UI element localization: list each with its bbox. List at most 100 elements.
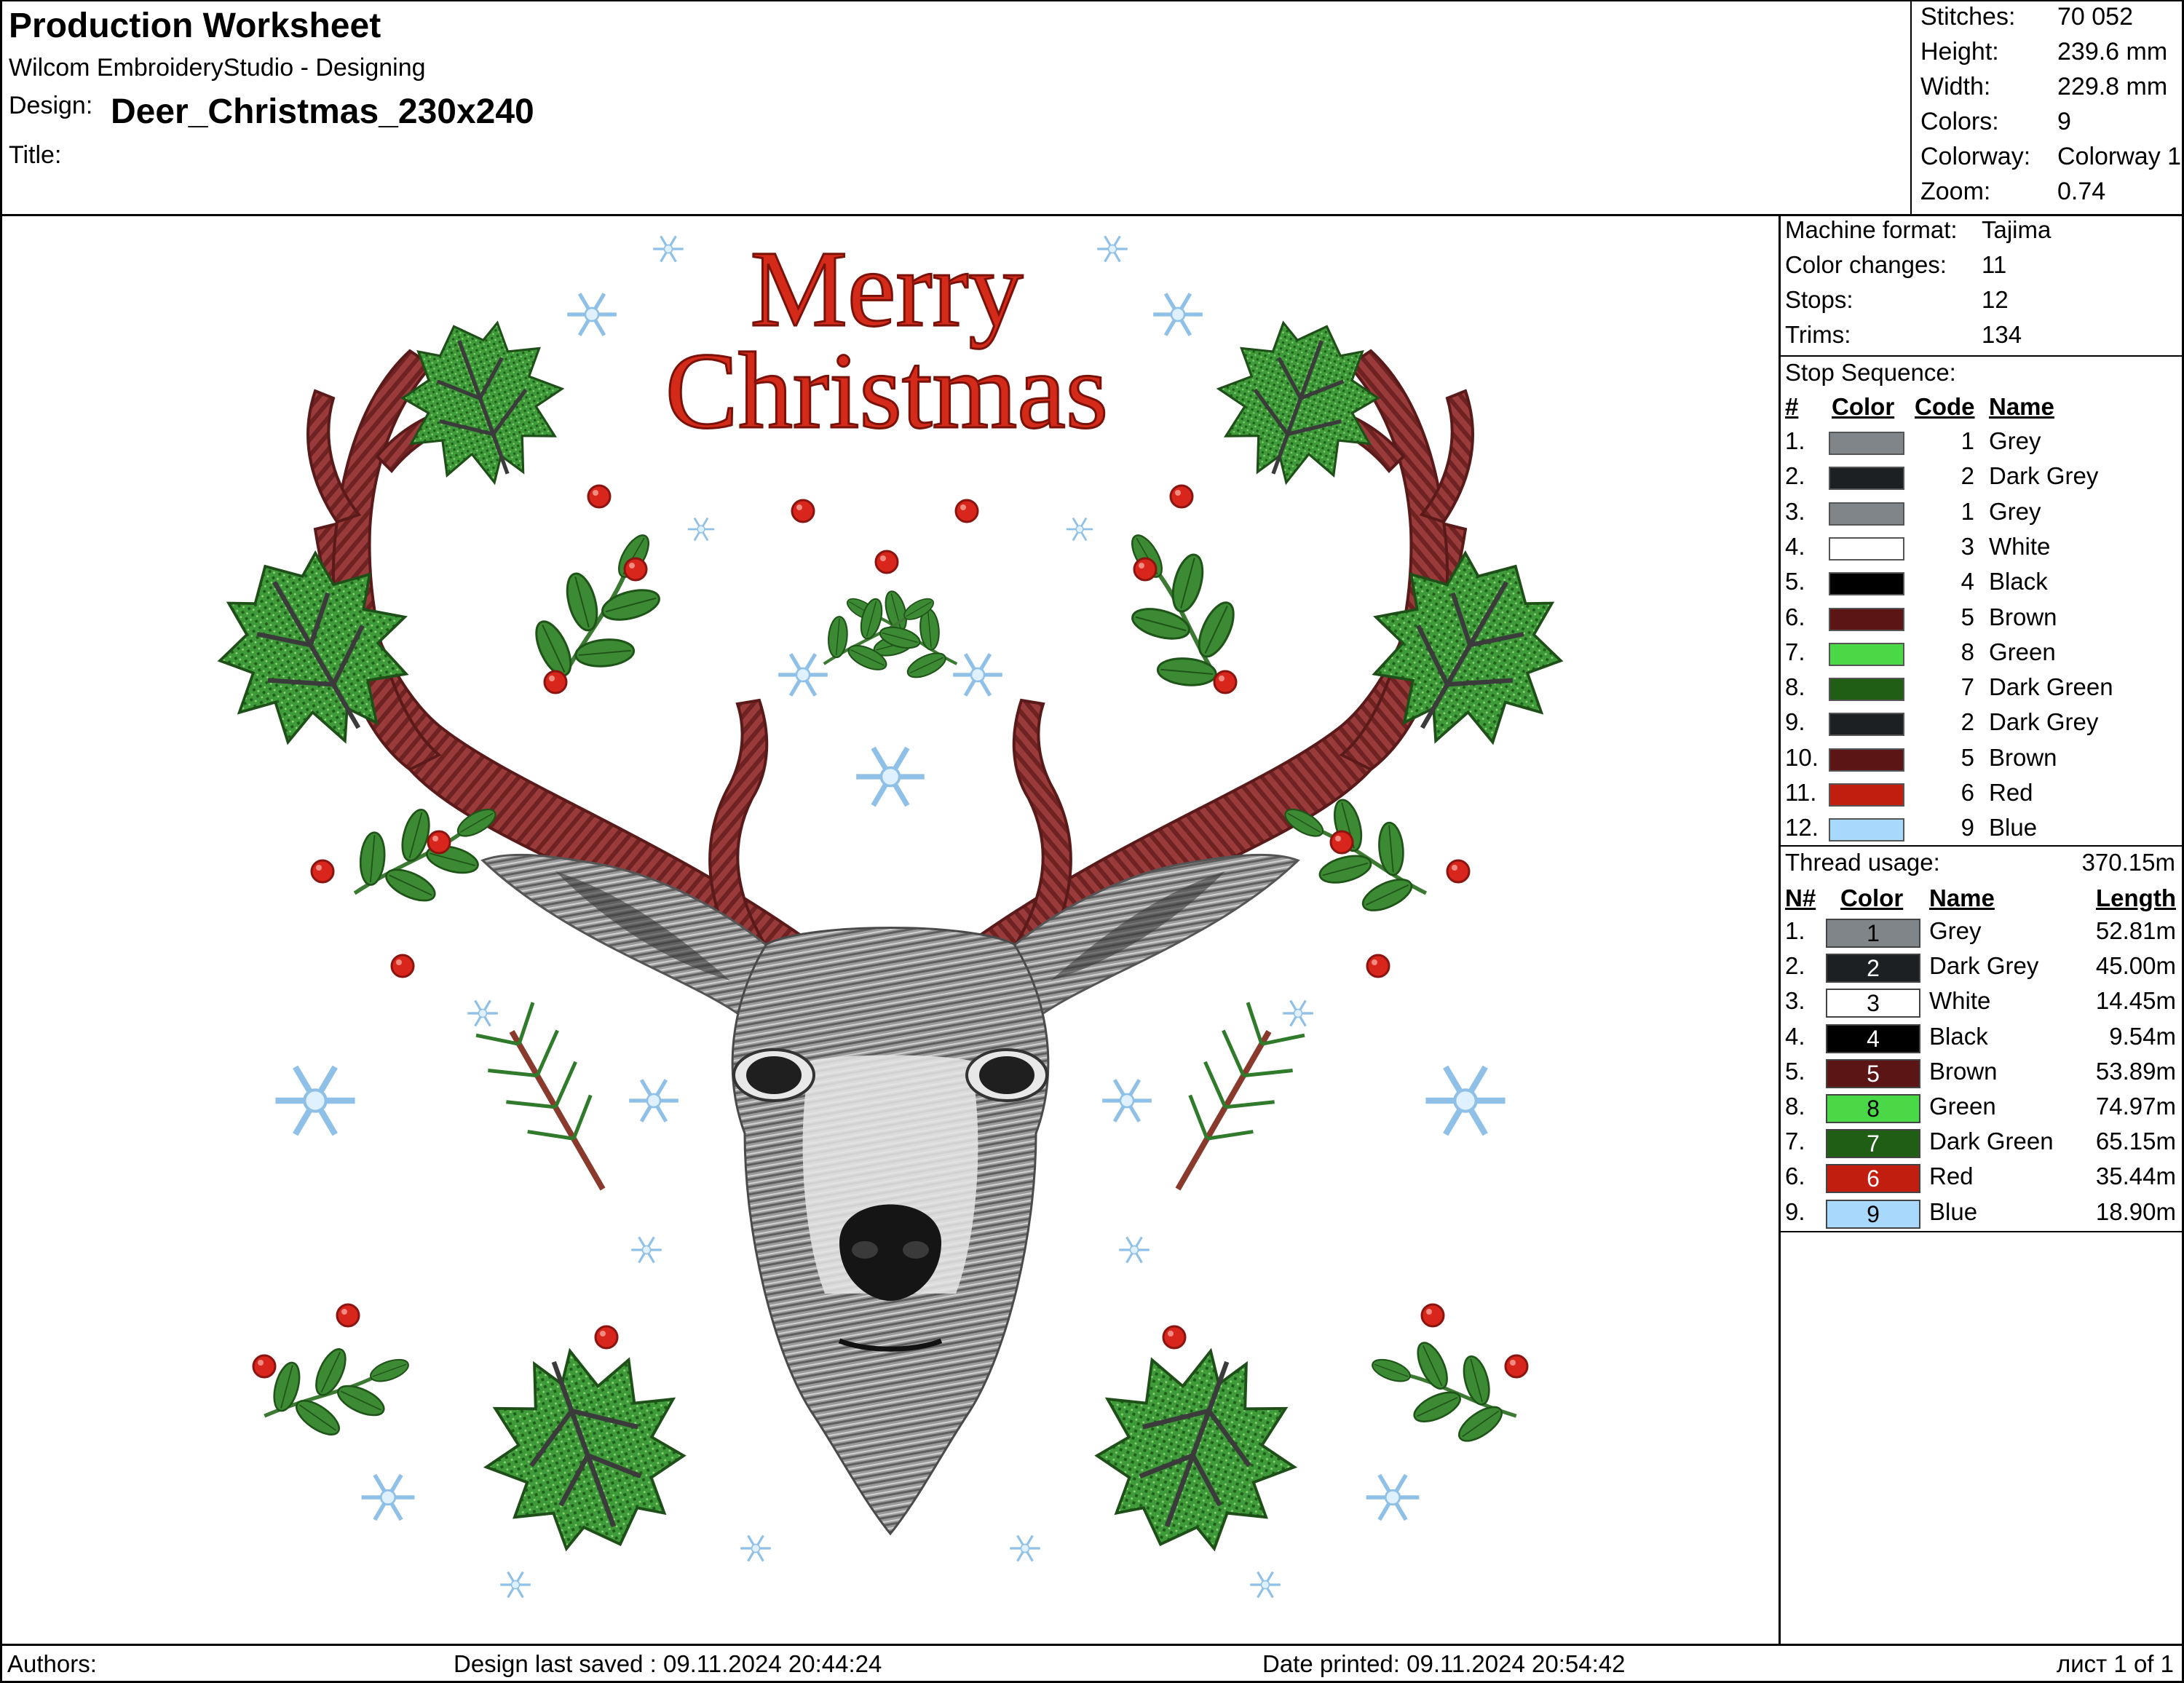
stat-label: Width: [1920, 73, 1991, 100]
pine-branch [470, 999, 637, 1209]
header-num: N# [1785, 884, 1816, 911]
thread-code: 9 [1961, 814, 1974, 842]
row-number: 7. [1785, 638, 1805, 665]
stat-label: Colorway: [1920, 143, 2031, 170]
thread-code: 2 [1961, 708, 1974, 736]
divider [1781, 1231, 2182, 1232]
worksheet-footer: Authors: Design last saved : 09.11.2024 … [0, 1646, 2184, 1681]
thread-name: Blue [1929, 1197, 1978, 1225]
thread-length: 74.97m [2095, 1093, 2176, 1120]
color-swatch: 1 [1826, 919, 1920, 948]
thread-name: Dark Green [1929, 1128, 2054, 1155]
thread-name: Red [1989, 779, 2033, 806]
pine-branch [1143, 999, 1310, 1209]
color-swatch [1829, 502, 1904, 526]
side-panel: Machine format: Tajima Color changes: 11 S… [1781, 216, 2182, 1644]
color-swatch [1829, 607, 1904, 631]
color-swatch: 5 [1826, 1058, 1920, 1088]
design-text-christmas: Christmas [665, 330, 1108, 451]
value: 11 [1982, 251, 2007, 278]
authors-label: Authors: [7, 1650, 97, 1677]
leaf-sprig [508, 509, 693, 719]
row-number: 2. [1785, 462, 1805, 490]
thread-length: 52.81m [2095, 917, 2176, 944]
stat-value: Colorway 1 [2057, 143, 2182, 170]
stat-label: Colors: [1920, 108, 1999, 135]
production-worksheet: Production Worksheet Wilcom EmbroiderySt… [0, 0, 2184, 1683]
label: Machine format: [1785, 216, 1958, 243]
row-number: 3. [1785, 987, 1805, 1015]
thread-name: Dark Grey [1989, 462, 2099, 490]
color-swatch: 9 [1826, 1199, 1920, 1229]
row-number: 7. [1785, 1128, 1805, 1155]
thread-code: 2 [1961, 462, 1974, 490]
header-color: Color [1840, 884, 1904, 911]
value: 12 [1982, 286, 2009, 313]
application-name: Wilcom EmbroideryStudio - Designing [9, 54, 426, 82]
row-number: 4. [1785, 1022, 1805, 1050]
leaf-sprig [1357, 1320, 1532, 1460]
thread-name: Grey [1989, 427, 2041, 454]
thread-code: 5 [1961, 743, 1974, 771]
label: Color changes: [1785, 251, 1947, 278]
title-label: Title: [9, 141, 62, 169]
value: Tajima [1982, 216, 2052, 243]
thread-code: 3 [1961, 532, 1974, 560]
thread-name: Brown [1929, 1057, 1998, 1085]
thread-name: Red [1929, 1163, 1974, 1190]
thread-code: 6 [1961, 779, 1974, 806]
holly-leaf [1067, 1323, 1322, 1578]
label: Stops: [1785, 286, 1853, 313]
thread-name: White [1929, 987, 1991, 1015]
label: Thread usage: [1785, 849, 1940, 876]
color-swatch: 8 [1826, 1094, 1920, 1123]
holly-leaf [459, 1323, 713, 1578]
row-number: 12. [1785, 814, 1819, 842]
thread-length: 14.45m [2095, 987, 2176, 1015]
thread-code: 7 [1961, 673, 1974, 701]
thread-code: 1 [1961, 427, 1974, 454]
page-number: лист 1 of 1 [2056, 1650, 2174, 1677]
thread-name: Green [1929, 1093, 1996, 1120]
color-swatch [1829, 713, 1904, 737]
label: Trims: [1785, 321, 1851, 348]
header-code: Code [1915, 393, 1975, 420]
divider [1781, 845, 2182, 847]
thread-length: 53.89m [2095, 1057, 2176, 1085]
stat-label: Zoom: [1920, 178, 1991, 205]
design-label: Design: [9, 92, 93, 119]
thread-name: Grey [1989, 497, 2041, 525]
leaf-sprig [248, 1320, 424, 1460]
thread-length: 65.15m [2095, 1128, 2176, 1155]
thread-length: 35.44m [2095, 1163, 2176, 1190]
thread-length: 9.54m [2109, 1022, 2176, 1050]
row-number: 5. [1785, 1057, 1805, 1085]
row-number: 1. [1785, 917, 1805, 944]
header-color: Color [1832, 393, 1895, 420]
thread-code: 8 [1961, 638, 1974, 665]
header-num: # [1785, 393, 1799, 420]
stat-value: 239.6 mm [2057, 38, 2168, 66]
color-swatch [1829, 748, 1904, 772]
header-name: Name [1989, 393, 2054, 420]
color-swatch: 7 [1826, 1129, 1920, 1159]
stat-value: 0.74 [2057, 178, 2106, 205]
thread-name: Brown [1989, 743, 2057, 771]
thread-usage-label: Thread usage: 370.15m [1785, 849, 2175, 882]
worksheet-header: Production Worksheet Wilcom EmbroiderySt… [0, 0, 1910, 215]
design-stats-box: Stitches: 70 052 Height: 239.6 mm Width: 22… [1910, 0, 2184, 215]
holly-leaf [379, 299, 585, 505]
last-saved: Design last saved : 09.11.2024 20:44:24 [454, 1650, 882, 1677]
color-swatch [1829, 572, 1904, 596]
thread-code: 5 [1961, 603, 1974, 630]
row-number: 2. [1785, 952, 1805, 980]
stat-label: Height: [1920, 38, 1999, 66]
color-swatch [1829, 467, 1904, 491]
color-swatch [1829, 678, 1904, 702]
color-swatch [1829, 536, 1904, 561]
leaf-sprig [1088, 509, 1273, 719]
thread-name: Dark Green [1989, 673, 2113, 701]
row-number: 8. [1785, 673, 1805, 701]
header-length: Length [2096, 884, 2176, 911]
thread-length: 45.00m [2095, 952, 2176, 980]
